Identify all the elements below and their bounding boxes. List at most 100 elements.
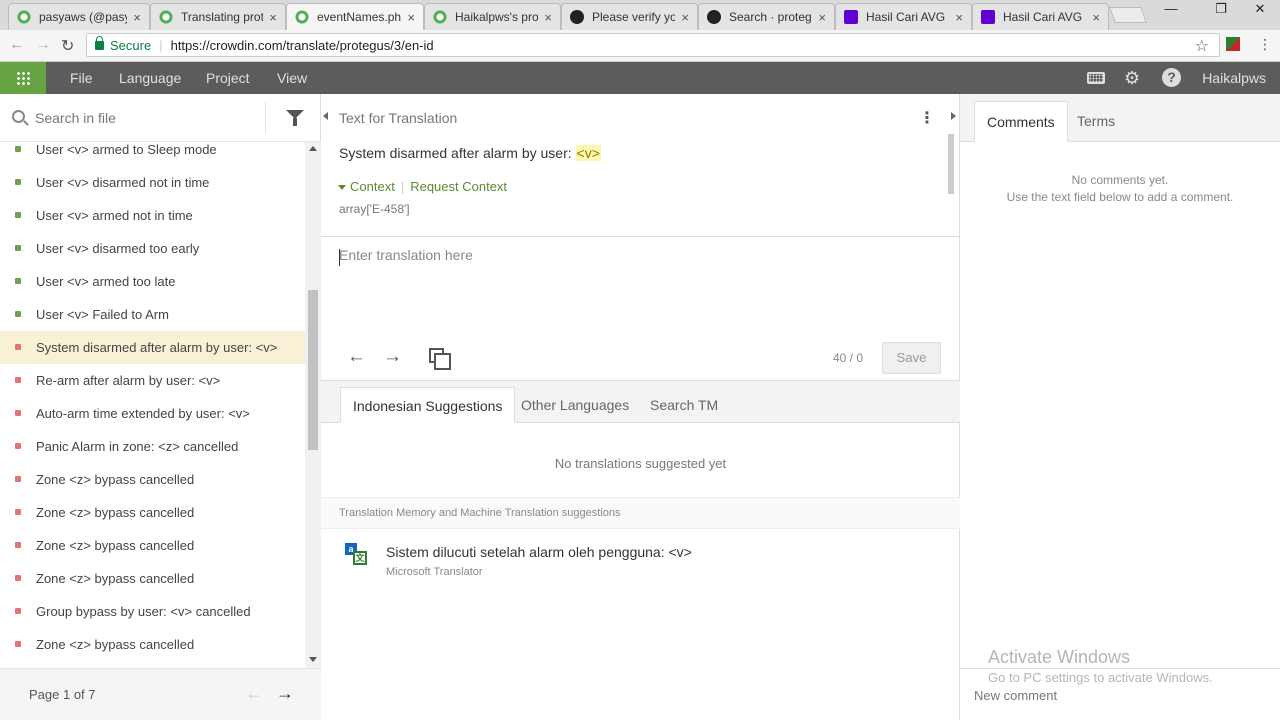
username[interactable]: Haikalpws: [1202, 70, 1266, 86]
search-row: [0, 94, 321, 142]
menu-file[interactable]: File: [70, 70, 93, 86]
request-context-link[interactable]: Request Context: [410, 179, 507, 194]
keyboard-icon[interactable]: [1087, 72, 1105, 84]
next-page-icon[interactable]: →: [276, 683, 294, 704]
close-icon[interactable]: ×: [681, 10, 689, 25]
strings-scrollbar[interactable]: [305, 142, 321, 668]
string-text: User <v> disarmed too early: [36, 241, 200, 256]
search-input[interactable]: [35, 108, 255, 128]
string-item[interactable]: User <v> Failed to Arm: [0, 298, 305, 331]
close-icon[interactable]: ×: [818, 10, 826, 25]
tab-other-languages[interactable]: Other Languages: [509, 387, 641, 423]
browser-tab-active[interactable]: eventNames.php ×: [286, 3, 424, 30]
string-item-active[interactable]: System disarmed after alarm by user: <v>: [0, 331, 305, 364]
bookmark-star-icon[interactable]: ☆: [1195, 36, 1209, 56]
string-item[interactable]: Zone <z> bypass cancelled: [0, 529, 305, 562]
tab-indonesian-suggestions[interactable]: Indonesian Suggestions: [340, 387, 516, 423]
scroll-up-icon[interactable]: [309, 146, 317, 151]
crowdin-icon: [433, 10, 447, 24]
separator: |: [159, 37, 163, 53]
browser-tab[interactable]: Translating prot ×: [150, 3, 286, 30]
reload-icon[interactable]: ↻: [61, 36, 74, 56]
string-item[interactable]: User <v> disarmed not in time: [0, 166, 305, 199]
string-item[interactable]: Panic Alarm in zone: <z> cancelled: [0, 430, 305, 463]
string-item[interactable]: User <v> armed too late: [0, 265, 305, 298]
browser-tab[interactable]: Haikalpws's pro ×: [424, 3, 561, 30]
close-icon[interactable]: ×: [133, 10, 141, 25]
tab-terms[interactable]: Terms: [1065, 101, 1127, 142]
new-tab-button[interactable]: [1109, 7, 1147, 23]
grid-icon: [16, 71, 30, 85]
string-text: Zone <z> bypass cancelled: [36, 571, 195, 586]
string-item[interactable]: Zone <z> bypass cancelled: [0, 628, 305, 661]
filter-icon[interactable]: [286, 110, 304, 126]
close-icon[interactable]: ×: [1092, 10, 1100, 25]
minimize-icon[interactable]: —: [1153, 0, 1189, 20]
window-close-icon[interactable]: ✕: [1242, 0, 1278, 20]
gear-icon[interactable]: ⚙: [1124, 68, 1140, 89]
status-untranslated-icon: [15, 608, 21, 614]
apps-grid-button[interactable]: [0, 62, 46, 94]
browser-tab[interactable]: Search · protegu ×: [698, 3, 835, 30]
translation-input[interactable]: [339, 247, 939, 327]
close-icon[interactable]: ×: [407, 10, 415, 25]
string-item[interactable]: User <v> disarmed too early: [0, 232, 305, 265]
separator: |: [400, 179, 405, 194]
string-item[interactable]: User <v> armed not in time: [0, 199, 305, 232]
close-icon[interactable]: ×: [269, 10, 277, 25]
browser-menu-icon[interactable]: ⋮: [1258, 36, 1272, 53]
close-icon[interactable]: ×: [955, 10, 963, 25]
source-scrollbar[interactable]: [948, 134, 954, 194]
secure-label: Secure: [110, 37, 152, 53]
mt-suggestion[interactable]: Sistem dilucuti setelah alarm oleh pengg…: [386, 544, 692, 560]
scroll-thumb[interactable]: [308, 290, 318, 450]
next-string-icon[interactable]: →: [383, 346, 402, 368]
string-item[interactable]: Re-arm after alarm by user: <v>: [0, 364, 305, 397]
save-button[interactable]: Save: [882, 342, 941, 374]
copy-source-icon[interactable]: [429, 348, 451, 370]
string-item[interactable]: User <v> armed to Sleep mode: [0, 142, 305, 166]
browser-tab[interactable]: pasyaws (@pasy ×: [8, 3, 150, 30]
tab-comments[interactable]: Comments: [974, 101, 1068, 142]
extension-icon[interactable]: [1226, 37, 1240, 51]
menu-language[interactable]: Language: [119, 70, 181, 86]
browser-tabstrip: pasyaws (@pasy × Translating prot × even…: [0, 0, 1280, 30]
strings-list: User <v> armed to Sleep mode User <v> di…: [0, 142, 305, 662]
status-translated-icon: [15, 245, 21, 251]
prev-page-icon[interactable]: ←: [245, 683, 263, 704]
forward-icon[interactable]: →: [35, 36, 51, 54]
context-toggle[interactable]: Context: [350, 179, 395, 194]
browser-tab[interactable]: Please verify yo ×: [561, 3, 698, 30]
menu-project[interactable]: Project: [206, 70, 250, 86]
lock-icon: [95, 35, 104, 50]
status-translated-icon: [15, 311, 21, 317]
tab-label: eventNames.php: [317, 10, 402, 24]
previous-string-icon[interactable]: ←: [347, 346, 366, 368]
scroll-down-icon[interactable]: [309, 657, 317, 662]
menu-view[interactable]: View: [277, 70, 307, 86]
browser-tab[interactable]: Hasil Cari AVG ×: [835, 3, 972, 30]
string-item[interactable]: Zone <z> bypass cancelled: [0, 496, 305, 529]
string-text: Group bypass by user: <v> cancelled: [36, 604, 251, 619]
string-item[interactable]: Auto-arm time extended by user: <v>: [0, 397, 305, 430]
string-item[interactable]: Group bypass by user: <v> cancelled: [0, 595, 305, 628]
tab-search-tm[interactable]: Search TM: [638, 387, 730, 423]
placeholder-variable[interactable]: <v>: [575, 145, 601, 161]
url-field[interactable]: Secure | https://crowdin.com/translate/p…: [86, 33, 1220, 57]
status-translated-icon: [15, 146, 21, 152]
no-comments-text: No comments yet.: [1071, 173, 1169, 187]
string-item[interactable]: Zone <z> bypass cancelled: [0, 562, 305, 595]
help-icon[interactable]: ?: [1162, 68, 1181, 87]
browser-tab[interactable]: Hasil Cari AVG ×: [972, 3, 1109, 30]
new-comment-input[interactable]: [974, 685, 1264, 705]
string-item[interactable]: Zone <z> bypass cancelled: [0, 463, 305, 496]
more-options-icon[interactable]: ⋮: [919, 108, 935, 128]
close-icon[interactable]: ×: [544, 10, 552, 25]
back-icon[interactable]: ←: [9, 36, 25, 54]
maximize-icon[interactable]: ❐: [1203, 0, 1239, 20]
expand-triangle-icon: [338, 185, 346, 191]
collapse-right-icon[interactable]: [951, 112, 956, 120]
char-counter: 40 / 0: [833, 351, 864, 365]
string-text: User <v> armed to Sleep mode: [36, 142, 217, 157]
collapse-left-icon[interactable]: [323, 112, 328, 120]
